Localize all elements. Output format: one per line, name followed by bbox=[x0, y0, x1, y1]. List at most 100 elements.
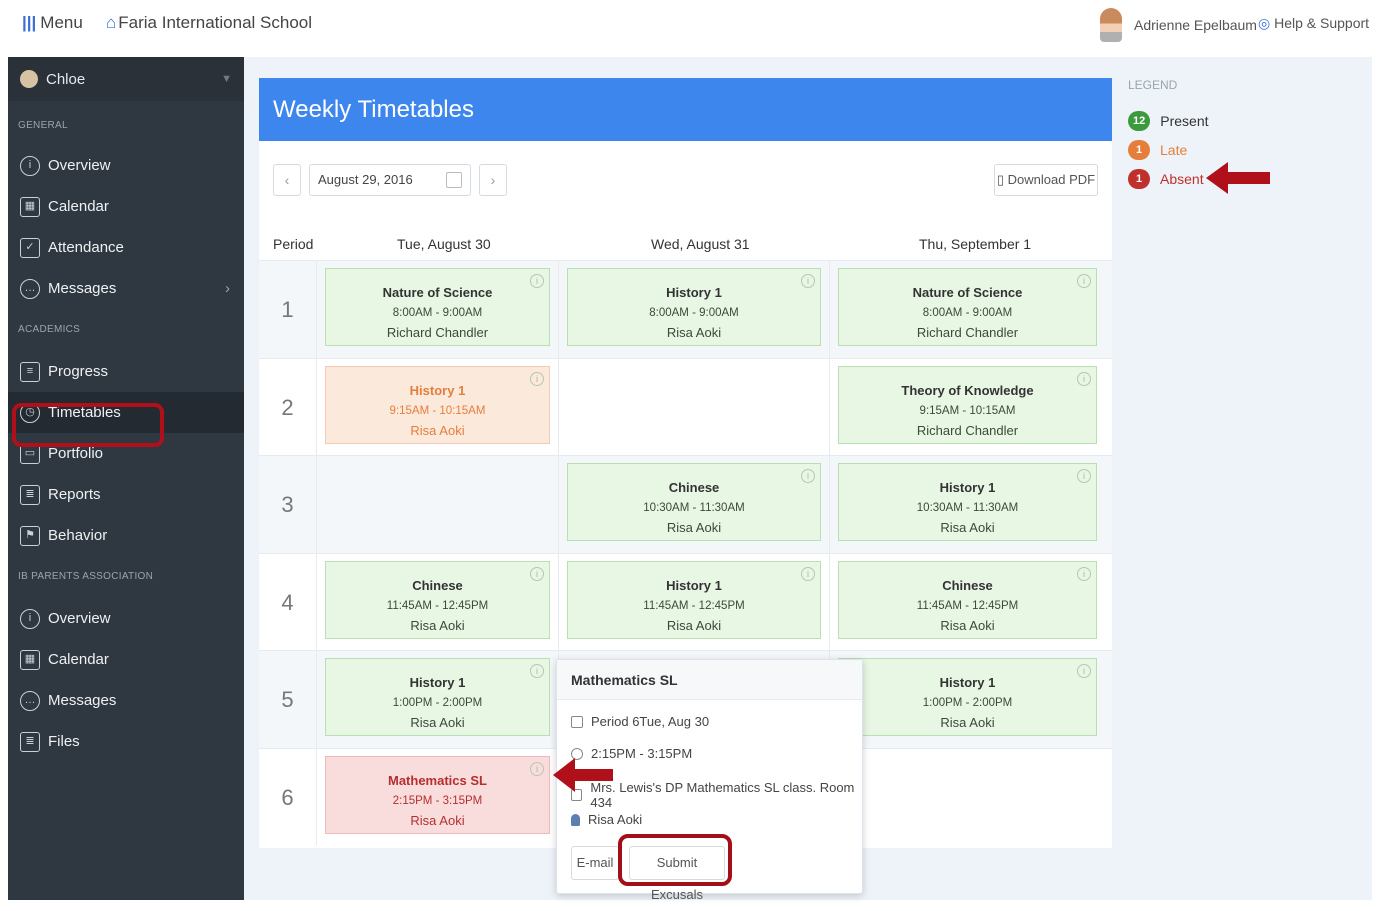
class-teacher: Risa Aoki bbox=[666, 325, 722, 340]
info-icon[interactable]: i bbox=[1077, 274, 1091, 288]
sidebar-item-pa-messages[interactable]: … Messages bbox=[8, 680, 244, 721]
school-link[interactable]: ⌂ Faria International School bbox=[106, 13, 312, 33]
absent-label: Absent bbox=[1160, 170, 1204, 187]
info-icon[interactable]: i bbox=[1077, 371, 1091, 386]
period-number: 6 bbox=[259, 748, 317, 845]
popover-period: Period 6Tue, Aug 30 bbox=[571, 714, 709, 729]
menu-button[interactable]: ||| Menu bbox=[22, 13, 83, 33]
class-cell[interactable]: i Chinese 11:45AM - 12:45PM Risa Aoki bbox=[838, 560, 1097, 639]
help-label: Help & Support bbox=[1274, 15, 1370, 31]
next-week-button[interactable]: › bbox=[479, 164, 507, 196]
prev-week-button[interactable]: ‹ bbox=[273, 164, 301, 196]
info-icon[interactable]: i bbox=[530, 274, 544, 288]
progress-icon: ≡ bbox=[20, 361, 40, 382]
sidebar-item-overview[interactable]: i Overview bbox=[8, 145, 244, 186]
top-bar: ||| Menu ⌂ Faria International School Adri… bbox=[0, 0, 1378, 50]
section-academics: ACADEMICS bbox=[18, 324, 81, 335]
sidebar-item-label: Messages bbox=[48, 280, 117, 297]
chevron-right-icon: › bbox=[225, 280, 230, 297]
info-icon[interactable]: i bbox=[801, 566, 815, 581]
class-time: 8:00AM - 9:00AM bbox=[649, 307, 739, 319]
sidebar-item-behavior[interactable]: ⚑ Behavior bbox=[8, 515, 244, 556]
class-title: History 1 bbox=[409, 675, 466, 690]
sidebar-item-pa-overview[interactable]: i Overview bbox=[8, 598, 244, 639]
class-time: 10:30AM - 11:30AM bbox=[643, 502, 745, 514]
class-cell[interactable]: i History 1 10:30AM - 11:30AM Risa Aoki bbox=[838, 463, 1097, 541]
info-icon[interactable]: i bbox=[1077, 664, 1091, 678]
date-picker[interactable]: August 29, 2016 bbox=[309, 164, 471, 196]
info-icon[interactable]: i bbox=[1077, 566, 1091, 581]
class-cell[interactable]: i Nature of Science 8:00AM - 9:00AM Richard… bbox=[838, 268, 1097, 346]
class-teacher: Risa Aoki bbox=[410, 812, 465, 828]
download-pdf-button[interactable]: ▯ Download PDF bbox=[994, 164, 1098, 196]
day-header: Tue, August 30 bbox=[397, 236, 491, 252]
class-time: 1:00PM - 2:00PM bbox=[922, 697, 1013, 709]
info-icon[interactable]: i bbox=[530, 761, 544, 776]
chevron-left-icon: ‹ bbox=[284, 172, 290, 188]
user-menu[interactable]: Adrienne Epelbaum bbox=[1100, 8, 1257, 42]
class-teacher: Risa Aoki bbox=[666, 617, 722, 633]
period-number: 2 bbox=[259, 358, 317, 455]
class-teacher: Risa Aoki bbox=[410, 715, 465, 730]
sidebar-item-messages[interactable]: … Messages › bbox=[8, 268, 244, 309]
sidebar-item-pa-files[interactable]: ≣ Files bbox=[8, 721, 244, 762]
class-cell[interactable]: i History 1 1:00PM - 2:00PM Risa Aoki bbox=[325, 658, 550, 736]
class-teacher: Risa Aoki bbox=[410, 617, 465, 633]
class-cell[interactable]: i Chinese 11:45AM - 12:45PM Risa Aoki bbox=[325, 560, 550, 639]
absent-badge: 1 bbox=[1128, 168, 1150, 189]
chevron-right-icon: › bbox=[490, 172, 496, 188]
sidebar-item-label: Files bbox=[48, 733, 80, 750]
help-link[interactable]: ◎ Help & Support bbox=[1258, 15, 1369, 32]
class-cell[interactable]: i History 1 11:45AM - 12:45PM Risa Aoki bbox=[567, 560, 821, 639]
calendar-icon bbox=[571, 715, 583, 728]
sidebar-item-pa-calendar[interactable]: ▦ Calendar bbox=[8, 639, 244, 680]
class-cell[interactable]: i Chinese 10:30AM - 11:30AM Risa Aoki bbox=[567, 463, 821, 541]
info-icon[interactable]: i bbox=[530, 371, 544, 386]
class-cell[interactable]: i Nature of Science 8:00AM - 9:00AM Richard… bbox=[325, 268, 550, 346]
document-icon: ▯ bbox=[996, 172, 1008, 187]
toolbar: ‹ August 29, 2016 › ▯ Download PDF bbox=[273, 164, 1098, 196]
sidebar-item-calendar[interactable]: ▦ Calendar bbox=[8, 186, 244, 227]
sidebar-item-reports[interactable]: ≣ Reports bbox=[8, 474, 244, 515]
info-icon[interactable]: i bbox=[530, 664, 544, 678]
day-header: Wed, August 31 bbox=[651, 236, 750, 252]
info-icon[interactable]: i bbox=[530, 566, 544, 581]
school-name: Faria International School bbox=[118, 13, 313, 32]
sidebar-item-attendance[interactable]: ✓ Attendance bbox=[8, 227, 244, 268]
menu-icon: ||| bbox=[22, 13, 37, 32]
class-title: Chinese bbox=[668, 480, 720, 495]
class-title: Chinese bbox=[942, 577, 993, 593]
sidebar-item-progress[interactable]: ≡ Progress bbox=[8, 351, 244, 392]
student-switcher[interactable]: Chloe ▼ bbox=[8, 57, 244, 101]
class-cell[interactable]: i History 1 8:00AM - 9:00AM Risa Aoki bbox=[567, 268, 821, 346]
class-teacher: Risa Aoki bbox=[666, 520, 722, 535]
class-title: Nature of Science bbox=[382, 285, 493, 300]
info-icon[interactable]: i bbox=[801, 274, 815, 288]
class-cell-absent[interactable]: i Mathematics SL 2:15PM - 3:15PM Risa Aoki bbox=[325, 755, 550, 834]
chat-icon: … bbox=[20, 278, 40, 299]
class-cell-late[interactable]: i History 1 9:15AM - 10:15AM Risa Aoki bbox=[325, 365, 550, 444]
class-cell[interactable]: i Theory of Knowledge 9:15AM - 10:15AM Rich… bbox=[838, 365, 1097, 444]
period-number: 3 bbox=[259, 456, 317, 553]
class-time: 2:15PM - 3:15PM bbox=[392, 794, 483, 807]
class-time: 10:30AM - 11:30AM bbox=[916, 502, 1019, 514]
class-title: History 1 bbox=[409, 382, 466, 398]
flag-icon: ⚑ bbox=[20, 525, 40, 546]
info-icon[interactable]: i bbox=[1077, 469, 1091, 483]
class-cell[interactable]: i History 1 1:00PM - 2:00PM Risa Aoki bbox=[838, 658, 1097, 736]
class-time: 1:00PM - 2:00PM bbox=[392, 697, 483, 709]
timetables-highlight bbox=[12, 403, 164, 447]
late-label: Late bbox=[1160, 141, 1188, 158]
late-badge: 1 bbox=[1128, 139, 1150, 160]
user-name: Adrienne Epelbaum bbox=[1134, 17, 1257, 33]
class-title: History 1 bbox=[939, 675, 996, 690]
info-icon[interactable]: i bbox=[801, 469, 815, 483]
present-badge: 12 bbox=[1128, 110, 1151, 131]
email-button[interactable]: E-mail bbox=[571, 846, 619, 880]
section-general: GENERAL bbox=[18, 120, 68, 131]
popover-teacher-text: Risa Aoki bbox=[588, 812, 643, 827]
class-teacher: Richard Chandler bbox=[916, 422, 1019, 438]
sidebar-item-label: Behavior bbox=[48, 527, 108, 544]
chat-icon: … bbox=[20, 690, 40, 711]
class-title: History 1 bbox=[666, 285, 722, 300]
